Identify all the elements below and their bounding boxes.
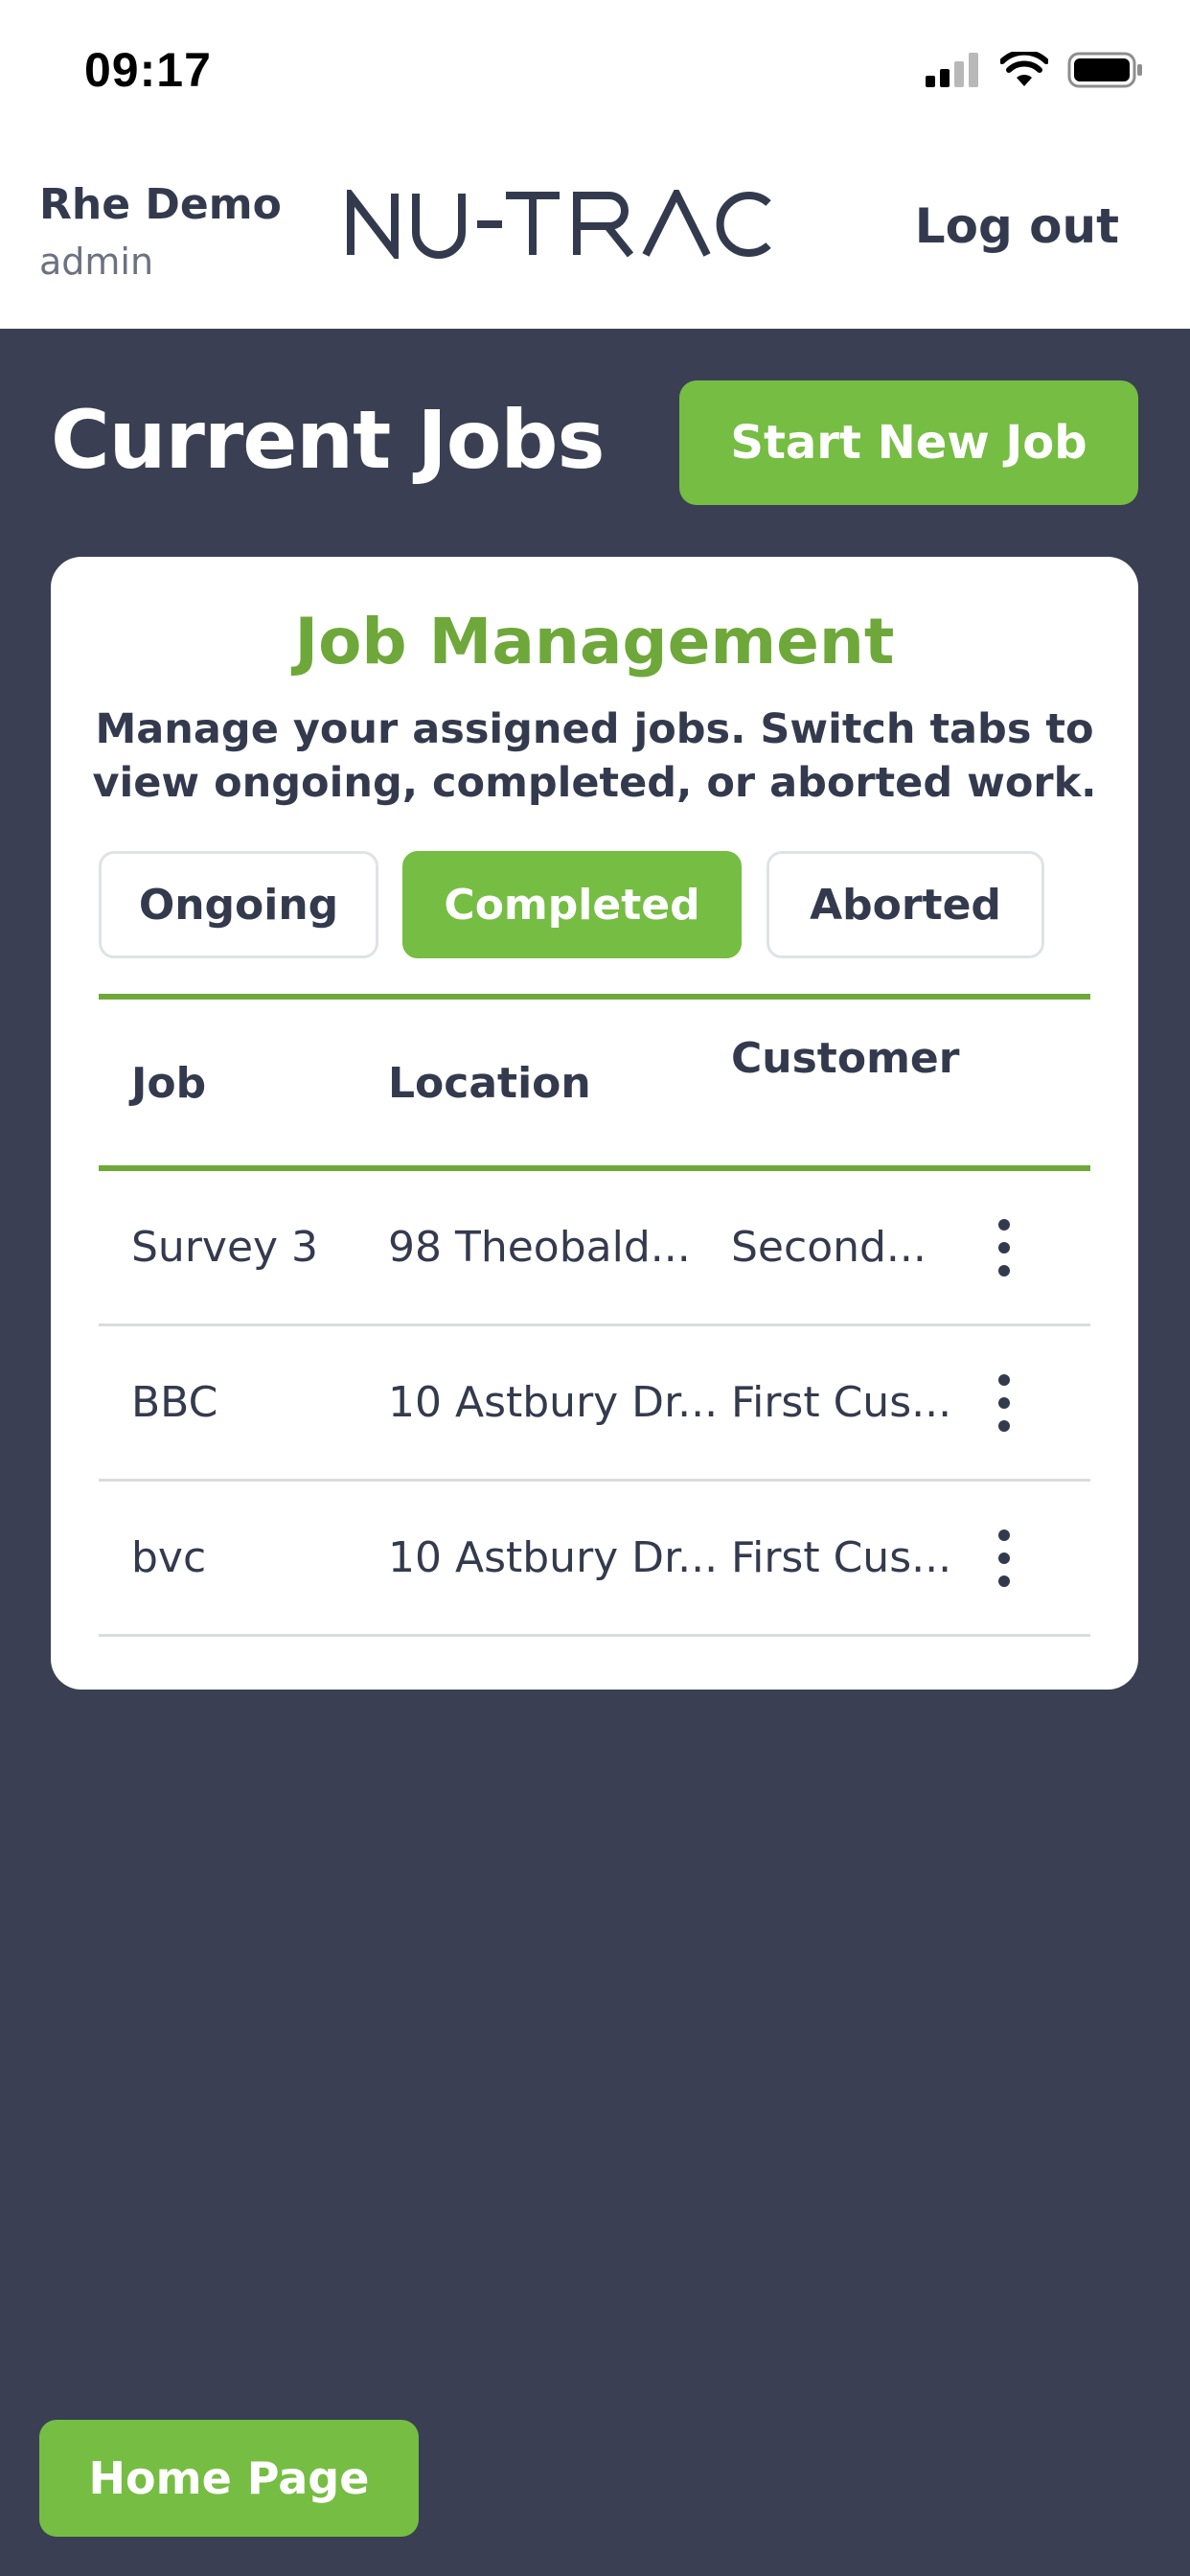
status-time: 09:17 (84, 43, 212, 97)
table-row[interactable]: Survey 3 98 Theobald... Second... (99, 1171, 1090, 1326)
card-description-line: view ongoing, completed, or aborted work… (92, 759, 1097, 807)
page-title: Current Jobs (51, 393, 606, 487)
tab-aborted[interactable]: Aborted (767, 851, 1044, 958)
battery-icon (1067, 52, 1144, 92)
cell-job: BBC (131, 1378, 218, 1427)
cell-location: 98 Theobald... (388, 1223, 691, 1272)
cell-customer: First Cus... (731, 1378, 952, 1427)
jobs-table: Job Location Customer Survey 3 98 Theoba… (99, 994, 1090, 1637)
start-new-job-button[interactable]: Start New Job (679, 380, 1138, 505)
user-role: admin (39, 241, 154, 283)
wifi-icon (999, 49, 1049, 92)
cell-customer: First Cus... (731, 1533, 952, 1582)
card-description-line: Manage your assigned jobs. Switch tabs t… (95, 705, 1094, 753)
table-row[interactable]: BBC 10 Astbury Dr... First Cus... (99, 1326, 1090, 1482)
card-title: Job Management (294, 605, 895, 678)
more-vertical-icon[interactable] (975, 1365, 1033, 1441)
more-vertical-icon[interactable] (975, 1520, 1033, 1597)
column-header-location[interactable]: Location (388, 1059, 591, 1108)
tab-ongoing[interactable]: Ongoing (99, 851, 378, 958)
more-vertical-icon[interactable] (975, 1209, 1033, 1286)
app-header: 09:17 Rhe Demo admin Log out (0, 0, 1190, 329)
cell-job: Survey 3 (131, 1223, 319, 1272)
tab-completed[interactable]: Completed (402, 851, 742, 958)
status-icons (926, 49, 1144, 92)
cell-customer: Second... (731, 1223, 927, 1272)
card-description: Manage your assigned jobs. Switch tabs t… (89, 702, 1100, 810)
job-management-card: Job Management Manage your assigned jobs… (51, 557, 1138, 1690)
cell-location: 10 Astbury Dr... (388, 1533, 719, 1582)
table-row[interactable]: bvc 10 Astbury Dr... First Cus... (99, 1482, 1090, 1637)
table-header: Job Location Customer (99, 994, 1090, 1171)
cell-location: 10 Astbury Dr... (388, 1378, 719, 1427)
user-name: Rhe Demo (39, 180, 282, 229)
cellular-signal-icon (926, 53, 981, 91)
logout-link[interactable]: Log out (915, 198, 1119, 254)
home-page-button[interactable]: Home Page (39, 2420, 419, 2537)
cell-job: bvc (131, 1533, 207, 1582)
column-header-customer[interactable]: Customer (731, 1032, 961, 1086)
nu-trac-logo (347, 184, 832, 264)
column-header-job[interactable]: Job (131, 1059, 206, 1108)
